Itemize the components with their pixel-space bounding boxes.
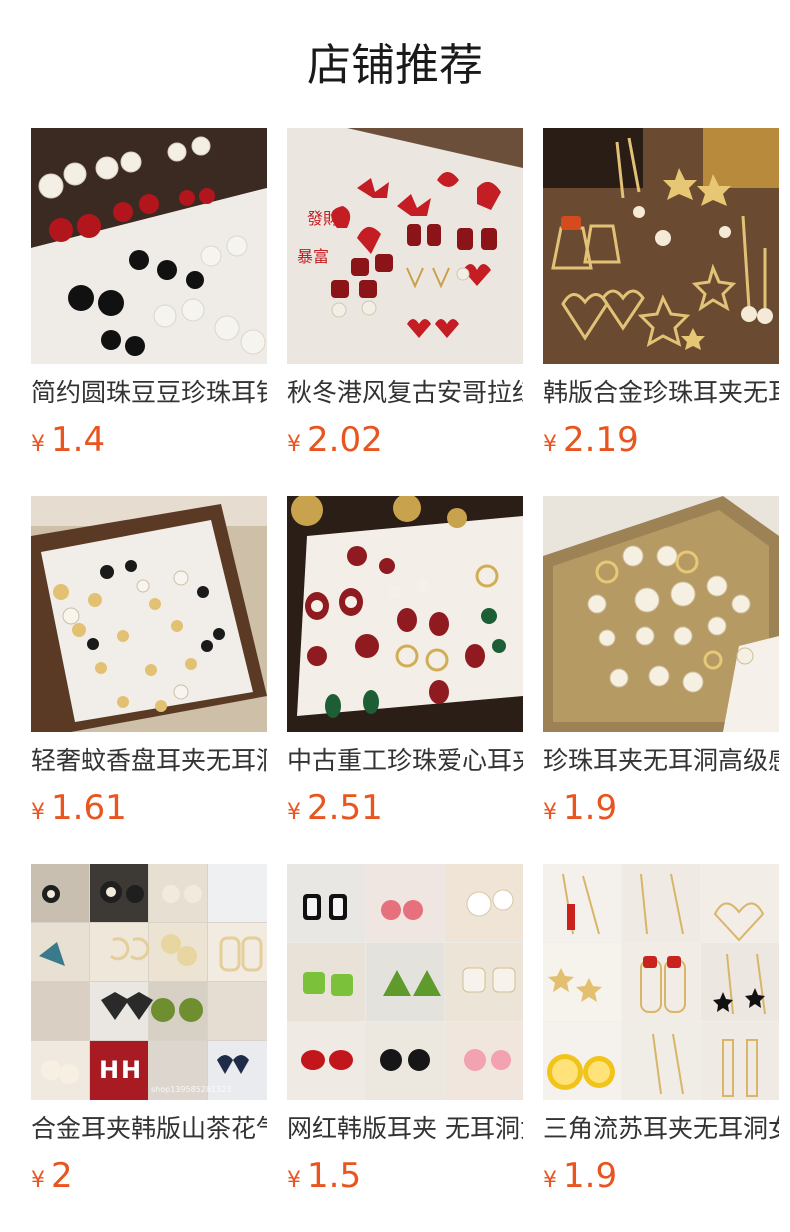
product-card[interactable]: 网红韩版耳夹 无耳洞女 ¥1.5 (287, 864, 523, 1232)
svg-text:H: H (99, 1056, 119, 1084)
product-image[interactable] (543, 864, 779, 1100)
currency-symbol: ¥ (31, 432, 45, 457)
price-value: 2.19 (563, 420, 639, 460)
product-name: 简约圆珠豆豆珍珠耳钉 (31, 378, 267, 407)
product-name: 轻奢蚊香盘耳夹无耳洞 (31, 746, 267, 775)
product-card[interactable]: HH shop139585281323 合金耳夹韩版山茶花气质 ¥2 (31, 864, 267, 1232)
product-image[interactable] (543, 128, 779, 364)
product-card[interactable]: 韩版合金珍珠耳夹无耳洞 ¥2.19 (543, 128, 779, 496)
product-name: 珍珠耳夹无耳洞高级感 (543, 746, 779, 775)
product-name: 中古重工珍珠爱心耳夹 (287, 746, 523, 775)
product-image[interactable]: 發財 暴富 (287, 128, 523, 364)
product-card[interactable]: 简约圆珠豆豆珍珠耳钉 ¥1.4 (31, 128, 267, 496)
price-value: 2.02 (307, 420, 383, 460)
product-card[interactable]: 三角流苏耳夹无耳洞女 ¥1.9 (543, 864, 779, 1232)
product-image[interactable] (287, 496, 523, 732)
currency-symbol: ¥ (543, 1168, 557, 1193)
product-card[interactable]: 中古重工珍珠爱心耳夹 ¥2.51 (287, 496, 523, 864)
currency-symbol: ¥ (287, 432, 301, 457)
product-price: ¥1.9 (543, 1154, 779, 1198)
product-price: ¥2.19 (543, 418, 779, 462)
product-name: 合金耳夹韩版山茶花气质 (31, 1114, 267, 1143)
price-value: 2.51 (307, 788, 383, 828)
svg-text:發財: 發財 (307, 209, 339, 228)
product-price: ¥1.4 (31, 418, 267, 462)
product-image[interactable] (31, 128, 267, 364)
product-price: ¥1.5 (287, 1154, 523, 1198)
price-value: 2 (51, 1156, 73, 1196)
currency-symbol: ¥ (31, 1168, 45, 1193)
price-value: 1.5 (307, 1156, 362, 1196)
currency-symbol: ¥ (543, 800, 557, 825)
product-grid: 简约圆珠豆豆珍珠耳钉 ¥1.4 發財 暴富 秋冬港风复古安哥拉 ¥ 2.02 韩… (31, 128, 779, 1232)
product-price: ¥1.9 (543, 786, 779, 830)
product-image[interactable] (543, 496, 779, 732)
product-name: 韩版合金珍珠耳夹无耳洞 (543, 378, 779, 407)
svg-text:暴富: 暴富 (297, 247, 329, 266)
product-price: ¥2.51 (287, 786, 523, 830)
product-image[interactable] (31, 496, 267, 732)
product-image[interactable] (287, 864, 523, 1100)
product-card[interactable]: 轻奢蚊香盘耳夹无耳洞 ¥1.61 (31, 496, 267, 864)
currency-symbol: ¥ (31, 800, 45, 825)
store-recommendations-page: 店铺推荐 简约圆珠豆豆珍珠耳钉 ¥ 1.4 發財 暴富 秋冬港风复古安哥拉 ¥ … (0, 0, 790, 1232)
product-name: 秋冬港风复古安哥拉红色 (287, 378, 523, 407)
price-value: 1.9 (563, 1156, 618, 1196)
price-value: 1.9 (563, 788, 618, 828)
product-name: 网红韩版耳夹 无耳洞女 (287, 1114, 523, 1143)
product-price: ¥1.61 (31, 786, 267, 830)
product-price: ¥2 (31, 1154, 267, 1198)
product-name: 三角流苏耳夹无耳洞女 (543, 1114, 779, 1143)
image-watermark: shop139585281323 (151, 1085, 232, 1094)
product-card[interactable]: 發財 暴富 秋冬港风复古安哥拉红色 ¥2.02 (287, 128, 523, 496)
product-image[interactable]: HH shop139585281323 (31, 864, 267, 1100)
product-card[interactable]: 珍珠耳夹无耳洞高级感 ¥1.9 (543, 496, 779, 864)
currency-symbol: ¥ (287, 800, 301, 825)
price-value: 1.61 (51, 788, 127, 828)
product-price: ¥2.02 (287, 418, 523, 462)
page-title: 店铺推荐 (307, 40, 483, 91)
price-value: 1.4 (51, 420, 106, 460)
currency-symbol: ¥ (287, 1168, 301, 1193)
currency-symbol: ¥ (543, 432, 557, 457)
svg-text:H: H (121, 1056, 141, 1084)
